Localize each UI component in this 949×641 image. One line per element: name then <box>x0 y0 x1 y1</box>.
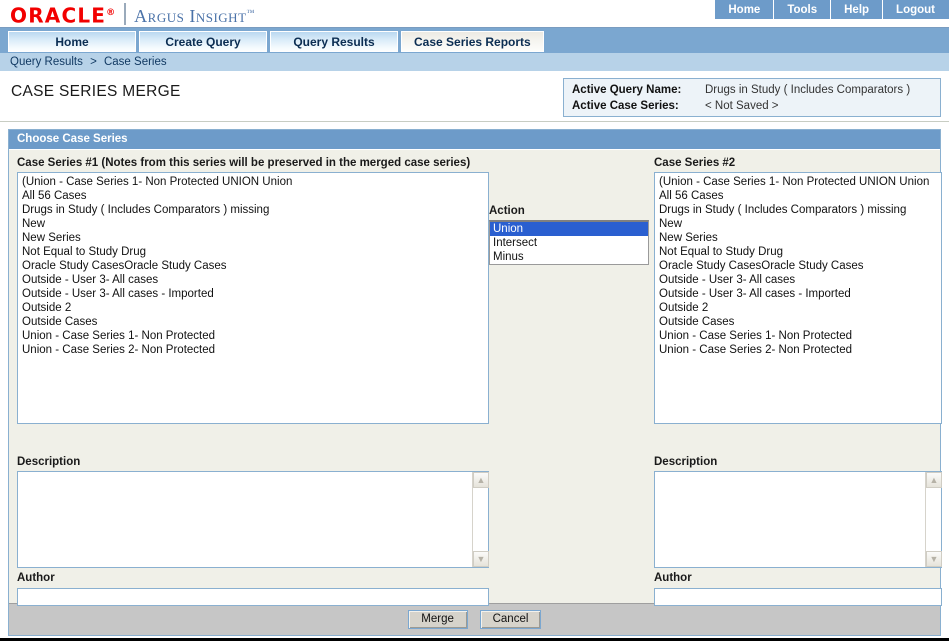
list-option[interactable]: Outside - User 3- All cases - Imported <box>18 287 488 301</box>
active-query-name-label: Active Query Name: <box>572 84 682 96</box>
main-content: Choose Case Series Case Series #1 (Notes… <box>0 122 949 638</box>
list-option[interactable]: Union <box>490 222 648 236</box>
topnav-item-tools[interactable]: Tools <box>774 0 832 19</box>
scroll-down-icon[interactable]: ▼ <box>926 551 942 567</box>
registered-mark-icon: ® <box>106 7 116 18</box>
description-2-scrollbar[interactable]: ▲ ▼ <box>925 472 942 567</box>
active-query-info-box: Active Query Name: Drugs in Study ( Incl… <box>563 78 941 117</box>
description-1-scrollbar[interactable]: ▲ ▼ <box>472 472 489 567</box>
oracle-wordmark: ORACLE® <box>10 3 116 28</box>
breadcrumb: Query Results > Case Series <box>0 52 949 72</box>
tab-case-series-reports[interactable]: Case Series Reports <box>401 31 544 52</box>
list-option[interactable]: Not Equal to Study Drug <box>655 245 941 259</box>
breadcrumb-query-results[interactable]: Query Results <box>10 56 83 68</box>
page-title-row: CASE SERIES MERGE Active Query Name: Dru… <box>0 72 949 122</box>
brand-logo: ORACLE® Argus Insight™ <box>10 1 254 27</box>
list-option[interactable]: Union - Case Series 2- Non Protected <box>18 343 488 357</box>
argus-insight-wordmark: Argus Insight™ <box>134 3 254 26</box>
case-series-1-listbox[interactable]: (Union - Case Series 1- Non Protected UN… <box>17 172 489 424</box>
list-option[interactable]: All 56 Cases <box>655 189 941 203</box>
list-option[interactable]: Outside - User 3- All cases <box>18 273 488 287</box>
list-option[interactable]: Union - Case Series 1- Non Protected <box>655 329 941 343</box>
list-option[interactable]: Minus <box>490 250 648 264</box>
oracle-text: ORACLE <box>10 3 107 28</box>
list-option[interactable]: Not Equal to Study Drug <box>18 245 488 259</box>
author-2-input[interactable] <box>654 588 942 606</box>
scroll-up-icon[interactable]: ▲ <box>926 472 942 488</box>
action-column: Action Union Intersect Minus <box>489 204 654 265</box>
list-option[interactable]: New Series <box>655 231 941 245</box>
active-case-series-row: Active Case Series: < Not Saved > <box>572 98 940 114</box>
action-footer: Merge Cancel <box>9 603 940 635</box>
list-option[interactable]: Union - Case Series 1- Non Protected <box>18 329 488 343</box>
case-series-2-label: Case Series #2 <box>654 157 736 169</box>
case-series-2-details: Description ▲ ▼ Author <box>654 455 942 606</box>
cancel-button[interactable]: Cancel <box>479 610 542 629</box>
scroll-down-icon[interactable]: ▼ <box>473 551 489 567</box>
list-option[interactable]: Oracle Study CasesOracle Study Cases <box>655 259 941 273</box>
description-1-label: Description <box>17 456 81 468</box>
tab-create-query[interactable]: Create Query <box>139 31 267 52</box>
description-1-field[interactable]: ▲ ▼ <box>17 471 489 568</box>
author-2-label: Author <box>654 572 692 584</box>
scroll-up-icon[interactable]: ▲ <box>473 472 489 488</box>
case-series-1-column: Case Series #1 (Notes from this series w… <box>17 156 489 424</box>
list-option[interactable]: (Union - Case Series 1- Non Protected UN… <box>18 175 488 189</box>
case-series-1-label: Case Series #1 (Notes from this series w… <box>17 157 471 169</box>
list-option[interactable]: Outside - User 3- All cases <box>655 273 941 287</box>
top-bar: ORACLE® Argus Insight™ Home Tools Help L… <box>0 0 949 28</box>
author-1-label: Author <box>17 572 55 584</box>
panel-header-title: Choose Case Series <box>9 130 940 150</box>
case-series-2-column: Case Series #2 (Union - Case Series 1- N… <box>654 156 942 424</box>
list-option[interactable]: Outside - User 3- All cases - Imported <box>655 287 941 301</box>
list-option[interactable]: New <box>18 217 488 231</box>
list-option[interactable]: Drugs in Study ( Includes Comparators ) … <box>655 203 941 217</box>
active-query-name-value: Drugs in Study ( Includes Comparators ) <box>705 84 911 96</box>
description-2-field[interactable]: ▲ ▼ <box>654 471 942 568</box>
list-option[interactable]: Union - Case Series 2- Non Protected <box>655 343 941 357</box>
active-case-series-value: < Not Saved > <box>705 100 779 112</box>
list-option[interactable]: Outside 2 <box>18 301 488 315</box>
main-tab-bar: Home Create Query Query Results Case Ser… <box>0 28 949 52</box>
list-option[interactable]: Drugs in Study ( Includes Comparators ) … <box>18 203 488 217</box>
list-option[interactable]: New Series <box>18 231 488 245</box>
action-label: Action <box>489 205 525 217</box>
list-option[interactable]: Intersect <box>490 236 648 250</box>
active-query-name-row: Active Query Name: Drugs in Study ( Incl… <box>572 82 940 98</box>
top-navigation: Home Tools Help Logout <box>715 0 949 19</box>
topnav-item-help[interactable]: Help <box>831 0 884 19</box>
topnav-item-logout[interactable]: Logout <box>883 0 949 19</box>
tab-query-results[interactable]: Query Results <box>270 31 398 52</box>
action-listbox[interactable]: Union Intersect Minus <box>489 220 649 265</box>
list-option[interactable]: Oracle Study CasesOracle Study Cases <box>18 259 488 273</box>
list-option[interactable]: New <box>655 217 941 231</box>
application-window: ORACLE® Argus Insight™ Home Tools Help L… <box>0 0 949 641</box>
list-option[interactable]: Outside Cases <box>18 315 488 329</box>
product-text: Argus Insight <box>134 5 247 26</box>
logo-divider <box>124 3 127 25</box>
panel-body: Case Series #1 (Notes from this series w… <box>9 150 942 606</box>
author-1-input[interactable] <box>17 588 489 606</box>
choose-case-series-panel: Choose Case Series Case Series #1 (Notes… <box>8 129 942 636</box>
breadcrumb-case-series[interactable]: Case Series <box>104 56 167 68</box>
active-case-series-label: Active Case Series: <box>572 100 679 112</box>
merge-button[interactable]: Merge <box>407 610 468 629</box>
topnav-item-home[interactable]: Home <box>715 0 775 19</box>
description-2-label: Description <box>654 456 718 468</box>
tab-home[interactable]: Home <box>8 31 136 52</box>
list-option[interactable]: Outside Cases <box>655 315 941 329</box>
list-option[interactable]: All 56 Cases <box>18 189 488 203</box>
list-option[interactable]: Outside 2 <box>655 301 941 315</box>
trademark-icon: ™ <box>246 7 255 17</box>
case-series-2-listbox[interactable]: (Union - Case Series 1- Non Protected UN… <box>654 172 942 424</box>
list-option[interactable]: (Union - Case Series 1- Non Protected UN… <box>655 175 941 189</box>
breadcrumb-separator-icon: > <box>90 56 97 68</box>
page-title: CASE SERIES MERGE <box>11 83 181 100</box>
case-series-1-details: Description ▲ ▼ Author <box>17 455 489 606</box>
